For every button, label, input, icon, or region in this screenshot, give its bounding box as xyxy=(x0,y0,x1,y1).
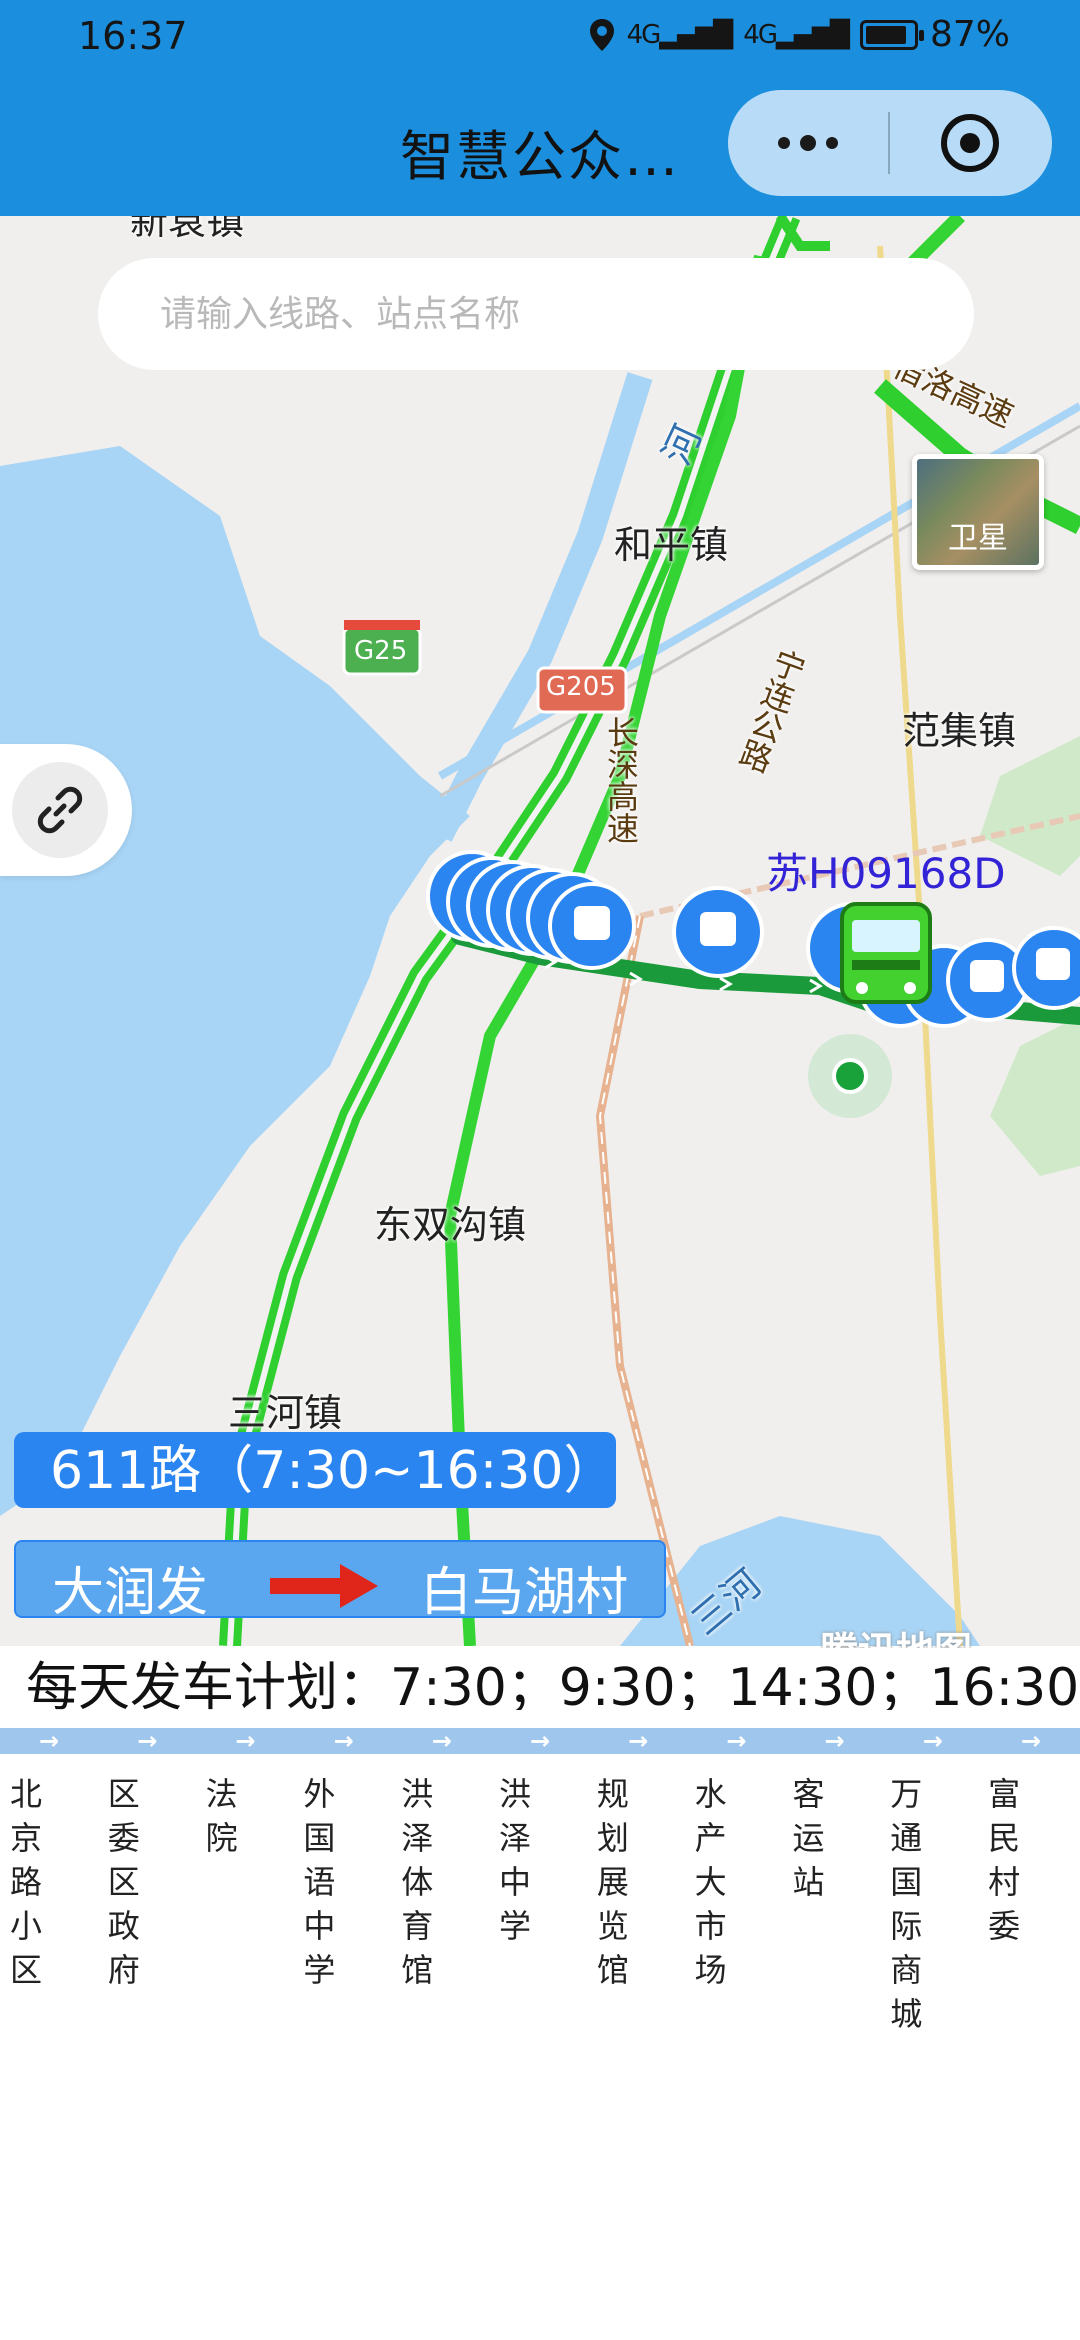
stop-item[interactable]: 洪泽中学 xyxy=(493,1772,591,2036)
stop-name: 万通国际商城 xyxy=(890,1775,923,2033)
stop-item[interactable]: 区委区政府 xyxy=(102,1772,200,2036)
stop-item[interactable]: 法院 xyxy=(200,1772,298,2036)
share-link-button[interactable] xyxy=(0,744,132,876)
link-icon xyxy=(37,786,83,834)
location-icon xyxy=(589,18,614,51)
direction-chevron-icon: → xyxy=(137,1727,158,1755)
map-label-dongshuanggou: 东双沟镇 xyxy=(374,1203,527,1247)
direction-chevron-icon: → xyxy=(235,1727,256,1755)
bus-icon xyxy=(840,902,932,1004)
stop-item[interactable]: 万通国际商城 xyxy=(884,1772,982,2036)
stop-item[interactable]: 规划展览馆 xyxy=(591,1772,689,2036)
stop-name: 北京路小区 xyxy=(9,1775,42,1989)
search-input[interactable] xyxy=(98,258,974,370)
stop-item[interactable]: 客运站 xyxy=(787,1772,885,2036)
satellite-label: 卫星 xyxy=(948,521,1008,556)
stop-item[interactable]: 北京路小区 xyxy=(4,1772,102,2036)
status-time: 16:37 xyxy=(78,14,188,58)
stop-item[interactable]: 富民村委 xyxy=(982,1772,1080,2036)
route-to: 白马湖村 xyxy=(420,1563,629,1623)
status-icons: 4G▂▄▆█ 4G▂▄▆█ 87% xyxy=(589,14,1010,55)
stop-item[interactable]: 水产大市场 xyxy=(689,1772,787,2036)
page-title: 智慧公众… xyxy=(400,125,680,188)
battery-percent: 87% xyxy=(929,14,1010,55)
stop-name: 洪泽体育馆 xyxy=(401,1775,434,1989)
direction-chevron-icon: → xyxy=(431,1727,452,1755)
map-label-fanji: 范集镇 xyxy=(902,709,1017,753)
arrow-right-icon xyxy=(270,1564,378,1608)
route-direction[interactable]: 大润发 白马湖村 xyxy=(14,1540,666,1623)
target-icon xyxy=(941,114,999,172)
satellite-toggle-button[interactable]: 卫星 xyxy=(912,454,1044,570)
map-shield-g25: G25 xyxy=(354,636,408,666)
stop-name: 洪泽中学 xyxy=(499,1775,532,1945)
more-button[interactable] xyxy=(728,90,888,196)
map-label-changshen: 长深高速 xyxy=(602,716,640,844)
stop-item[interactable]: 洪泽体育馆 xyxy=(395,1772,493,2036)
stop-name: 富民村委 xyxy=(988,1775,1021,1945)
direction-chevron-icon: → xyxy=(726,1727,747,1755)
status-bar: 16:37 4G▂▄▆█ 4G▂▄▆█ 87% xyxy=(0,0,1080,76)
bus-plate-label: 苏H09168D xyxy=(766,849,1006,898)
direction-chevron-icon: → xyxy=(529,1727,551,1755)
direction-chevron-icon: → xyxy=(39,1727,60,1755)
stop-name: 法院 xyxy=(205,1775,238,1857)
departure-schedule: 每天发车计划：7:30；9:30；14:30；16:30； xyxy=(14,1648,1080,1710)
signal-icon-1: 4G▂▄▆█ xyxy=(626,19,734,50)
top-bar: 16:37 4G▂▄▆█ 4G▂▄▆█ 87% 智慧公众… xyxy=(0,0,1080,216)
route-direction-strip: → → → → → → → → → → → xyxy=(0,1728,1080,1754)
map-shield-g205: G205 xyxy=(546,672,616,702)
close-mini-program-button[interactable] xyxy=(890,90,1050,196)
stop-name: 外国语中学 xyxy=(303,1775,336,1989)
map-label-sanhe: 三河镇 xyxy=(228,1391,343,1435)
stop-name: 区委区政府 xyxy=(107,1775,140,1989)
direction-chevron-icon: → xyxy=(333,1727,354,1755)
direction-chevron-icon: → xyxy=(628,1727,649,1755)
map-label-xinyuan: 新袁镇 xyxy=(130,216,245,243)
mini-program-capsule xyxy=(728,90,1052,196)
stop-list: 北京路小区 区委区政府 法院 外国语中学 洪泽体育馆 洪泽中学 规划展览馆 水产大市场 客运站 万… xyxy=(0,1772,1080,2036)
signal-icon-2: 4G▂▄▆█ xyxy=(743,19,850,50)
map-label-heping: 和平镇 xyxy=(614,523,729,567)
stop-name: 客运站 xyxy=(792,1775,825,1901)
stop-item[interactable]: 外国语中学 xyxy=(297,1772,395,2036)
battery-icon xyxy=(859,19,924,50)
stop-name: 水产大市场 xyxy=(694,1775,727,1989)
direction-chevron-icon: → xyxy=(1020,1727,1042,1755)
direction-chevron-icon: → xyxy=(824,1727,845,1755)
stop-name: 规划展览馆 xyxy=(596,1775,629,1989)
route-from: 大润发 xyxy=(52,1563,209,1623)
route-name-badge: 611路（7:30~16:30） xyxy=(14,1432,616,1508)
direction-chevron-icon: → xyxy=(922,1727,943,1755)
